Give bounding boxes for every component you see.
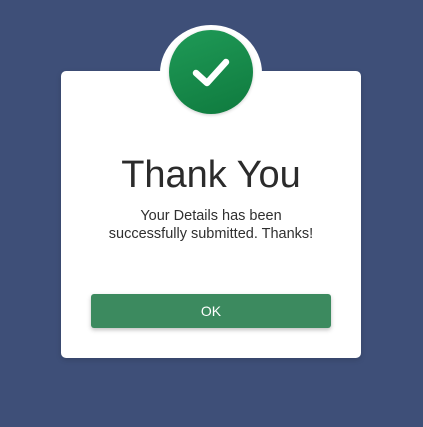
ok-button[interactable]: OK <box>91 294 331 328</box>
dialog-message: Your Details has been successfully submi… <box>61 207 361 243</box>
dialog-message-line-2: successfully submitted. Thanks! <box>108 226 314 242</box>
dialog-title: Thank You <box>121 154 301 196</box>
success-badge <box>169 30 253 114</box>
checkmark-icon <box>192 58 230 87</box>
dialog-message-line-1: Your Details has been <box>140 208 282 224</box>
